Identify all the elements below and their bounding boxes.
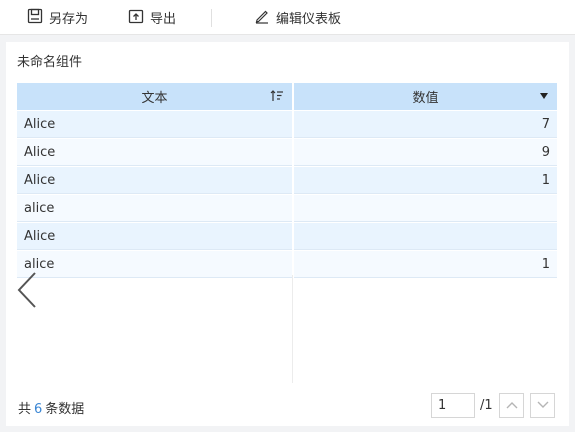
cell-text: Alice xyxy=(17,223,292,250)
column-divider xyxy=(292,275,293,383)
table-row[interactable]: Alice 9 xyxy=(17,139,557,166)
export-button[interactable]: 导出 xyxy=(128,0,176,35)
table-row[interactable]: Alice xyxy=(17,223,557,250)
next-page-button[interactable] xyxy=(530,393,555,418)
export-label: 导出 xyxy=(150,12,177,27)
column-header-text-label: 文本 xyxy=(141,91,168,106)
table-header: 文本 数值 xyxy=(17,83,557,110)
column-header-text[interactable]: 文本 xyxy=(17,83,292,110)
edit-dashboard-label: 编辑仪表板 xyxy=(276,12,342,27)
widget-panel: 未命名组件 文本 数值 Alice 7 Alice 9 Alice 1 alic… xyxy=(6,42,569,426)
cell-text: alice xyxy=(17,195,292,222)
cell-value xyxy=(294,195,557,222)
page-total: /1 xyxy=(480,398,493,413)
export-icon xyxy=(128,8,150,28)
pencil-icon xyxy=(254,8,276,28)
column-header-value[interactable]: 数值 xyxy=(294,83,557,110)
cell-text: alice xyxy=(17,251,292,278)
cell-text: Alice xyxy=(17,167,292,194)
record-count-number: 6 xyxy=(34,402,43,417)
record-count-prefix: 共 xyxy=(18,402,32,417)
toolbar: 另存为 导出 编辑仪表板 xyxy=(0,0,575,35)
table-row[interactable]: Alice 1 xyxy=(17,167,557,194)
page-number-input[interactable] xyxy=(431,393,475,418)
table-row[interactable]: Alice 7 xyxy=(17,111,557,138)
cell-text: Alice xyxy=(17,111,292,138)
edit-dashboard-button[interactable]: 编辑仪表板 xyxy=(254,0,341,35)
chevron-down-icon xyxy=(537,398,549,413)
column-header-value-label: 数值 xyxy=(412,91,439,106)
table-row[interactable]: alice 1 xyxy=(17,251,557,278)
cell-value: 1 xyxy=(294,167,557,194)
widget-title: 未命名组件 xyxy=(17,55,83,70)
cell-value: 1 xyxy=(294,251,557,278)
scroll-left-arrow-icon[interactable] xyxy=(16,271,38,313)
cell-value: 7 xyxy=(294,111,557,138)
chevron-up-icon xyxy=(506,398,518,413)
record-count-suffix: 条数据 xyxy=(45,402,85,417)
sort-ascending-icon[interactable] xyxy=(270,89,284,107)
save-as-label: 另存为 xyxy=(49,12,89,27)
cell-value xyxy=(294,223,557,250)
cell-text: Alice xyxy=(17,139,292,166)
toolbar-divider xyxy=(211,9,212,27)
save-as-icon xyxy=(27,8,49,28)
record-count: 共 6 条数据 xyxy=(18,398,84,417)
cell-value: 9 xyxy=(294,139,557,166)
previous-page-button[interactable] xyxy=(499,393,524,418)
dropdown-arrow-icon[interactable] xyxy=(540,93,548,99)
save-as-button[interactable]: 另存为 xyxy=(27,0,88,35)
table-row[interactable]: alice xyxy=(17,195,557,222)
